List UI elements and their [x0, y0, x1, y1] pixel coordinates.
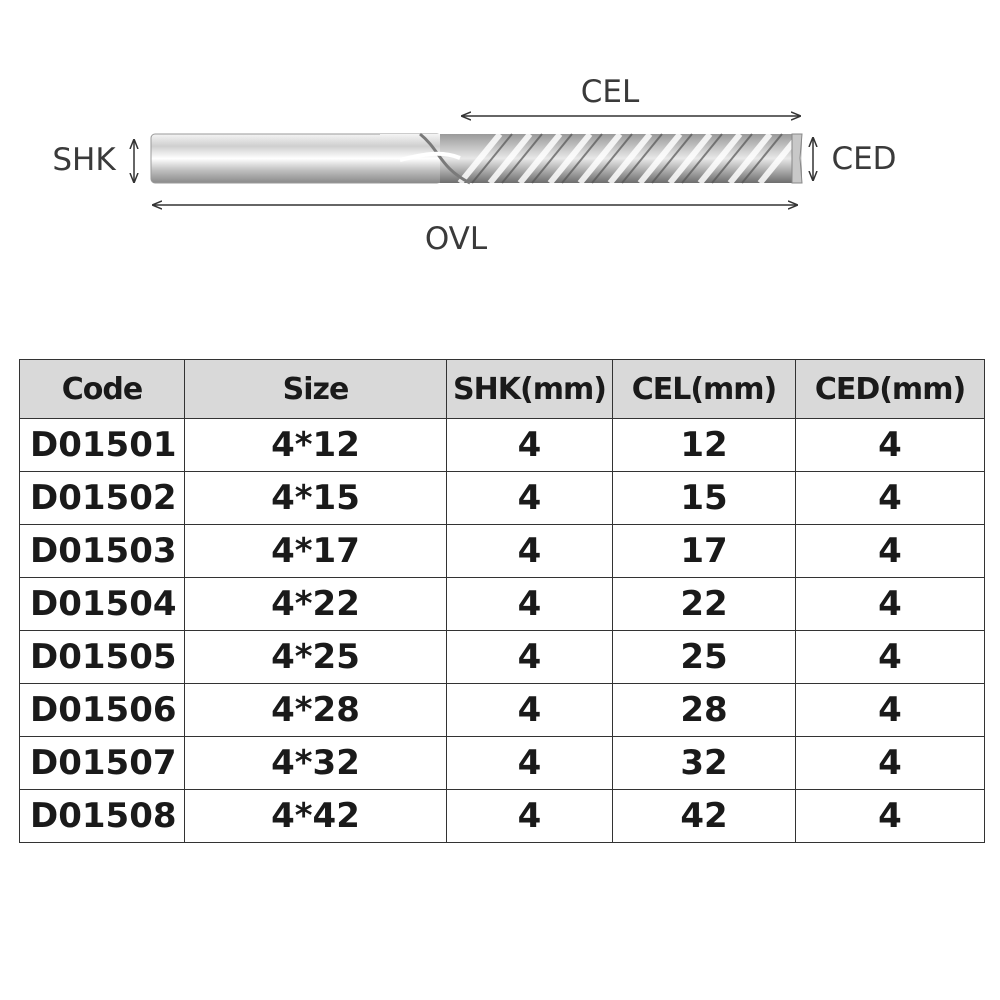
spiral-end-mill-bit-icon [150, 132, 803, 185]
size-cell: 4*17 [184, 524, 447, 578]
size-cell: 4*42 [184, 789, 447, 843]
ced-cell: 4 [795, 471, 985, 525]
ced-cell: 4 [795, 524, 985, 578]
shk-cell: 4 [446, 577, 613, 631]
cel-cell: 25 [612, 630, 796, 684]
cel-cell: 17 [612, 524, 796, 578]
table-row: D01505 4*25 4 25 4 [19, 630, 985, 684]
header-row: Code Size SHK(mm) CEL(mm) CED(mm) [19, 359, 985, 419]
table-row: D01506 4*28 4 28 4 [19, 683, 985, 737]
cel-cell: 28 [612, 683, 796, 737]
cel-cell: 22 [612, 577, 796, 631]
table-row: D01508 4*42 4 42 4 [19, 789, 985, 843]
ovl-label: OVL [425, 221, 488, 257]
table-row: D01502 4*15 4 15 4 [19, 471, 985, 525]
spec-table: Code Size SHK(mm) CEL(mm) CED(mm) D01501… [19, 359, 985, 843]
size-cell: 4*28 [184, 683, 447, 737]
table-row: D01503 4*17 4 17 4 [19, 524, 985, 578]
code-cell: D01504 [19, 577, 185, 631]
shk-cell: 4 [446, 736, 613, 790]
spec-table-body: D01501 4*12 4 12 4 D01502 4*15 4 15 4 D0… [19, 418, 985, 843]
product-spec-page: CEL SHK CED OVL Code Size SHK(mm) CEL(mm… [0, 0, 1000, 1000]
code-cell: D01506 [19, 683, 185, 737]
diagram-canvas: CEL SHK CED OVL [52, 74, 896, 257]
end-mill-dimension-diagram: CEL SHK CED OVL [0, 0, 1000, 300]
table-row: D01501 4*12 4 12 4 [19, 418, 985, 472]
header-ced: CED(mm) [795, 359, 985, 419]
size-cell: 4*32 [184, 736, 447, 790]
size-cell: 4*15 [184, 471, 447, 525]
header-code: Code [19, 359, 185, 419]
shk-cell: 4 [446, 471, 613, 525]
shk-cell: 4 [446, 683, 613, 737]
shk-cell: 4 [446, 524, 613, 578]
size-cell: 4*12 [184, 418, 447, 472]
code-cell: D01502 [19, 471, 185, 525]
spec-table-header: Code Size SHK(mm) CEL(mm) CED(mm) [19, 359, 985, 419]
ced-cell: 4 [795, 736, 985, 790]
cel-cell: 12 [612, 418, 796, 472]
code-cell: D01505 [19, 630, 185, 684]
cel-cell: 15 [612, 471, 796, 525]
shk-cell: 4 [446, 630, 613, 684]
cel-cell: 32 [612, 736, 796, 790]
ced-cell: 4 [795, 683, 985, 737]
ced-cell: 4 [795, 577, 985, 631]
size-cell: 4*25 [184, 630, 447, 684]
header-cel: CEL(mm) [612, 359, 796, 419]
code-cell: D01507 [19, 736, 185, 790]
header-shk: SHK(mm) [446, 359, 613, 419]
code-cell: D01508 [19, 789, 185, 843]
cel-cell: 42 [612, 789, 796, 843]
ced-label: CED [831, 141, 896, 177]
header-size: Size [184, 359, 447, 419]
shk-cell: 4 [446, 789, 613, 843]
ced-cell: 4 [795, 630, 985, 684]
table-row: D01507 4*32 4 32 4 [19, 736, 985, 790]
cel-label: CEL [581, 74, 640, 110]
shk-cell: 4 [446, 418, 613, 472]
table-row: D01504 4*22 4 22 4 [19, 577, 985, 631]
size-cell: 4*22 [184, 577, 447, 631]
ced-cell: 4 [795, 418, 985, 472]
code-cell: D01501 [19, 418, 185, 472]
code-cell: D01503 [19, 524, 185, 578]
ced-cell: 4 [795, 789, 985, 843]
shk-label: SHK [52, 142, 116, 178]
